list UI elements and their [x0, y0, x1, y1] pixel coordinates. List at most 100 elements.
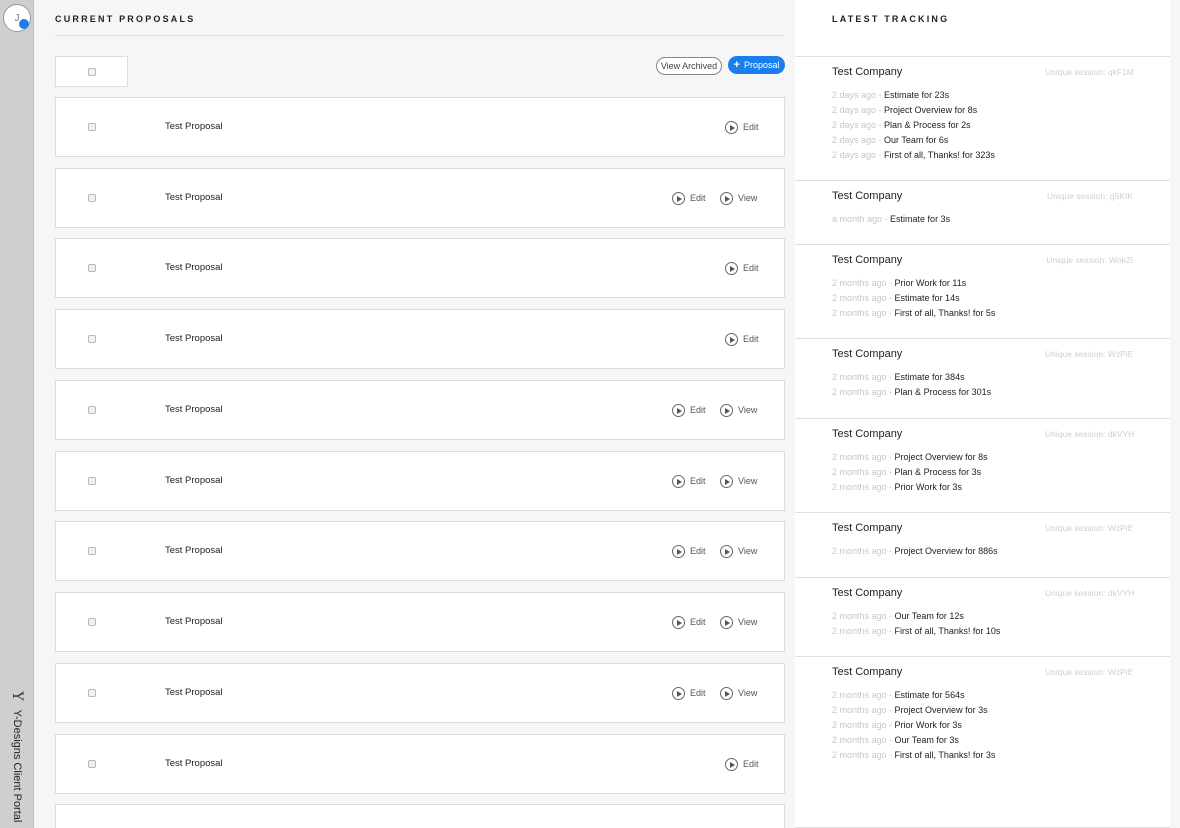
edit-label: Edit [743, 334, 759, 344]
proposal-row[interactable]: Test Proposal Edit [55, 238, 785, 298]
edit-label: Edit [690, 688, 706, 698]
proposal-row[interactable]: Test Proposal Edit View [55, 168, 785, 228]
event-description: Estimate for 384s [894, 372, 965, 382]
proposal-row[interactable] [55, 804, 785, 828]
proposal-title[interactable]: Test Proposal [165, 404, 223, 415]
play-icon [720, 686, 733, 700]
edit-button[interactable]: Edit [725, 260, 759, 276]
tracking-panel: LATEST TRACKING Test Company Unique sessi… [795, 0, 1170, 828]
select-all-checkbox[interactable] [88, 68, 96, 76]
play-icon [672, 191, 685, 205]
proposal-title[interactable]: Test Proposal [165, 687, 223, 698]
proposal-title[interactable]: Test Proposal [165, 262, 223, 273]
edit-button[interactable]: Edit [672, 685, 706, 701]
tracking-events: 2 days ago - Estimate for 23s 2 days ago … [832, 88, 995, 163]
proposal-title[interactable]: Test Proposal [165, 545, 223, 556]
proposal-checkbox[interactable] [88, 477, 96, 485]
tracking-session: Unique session: WzPiE [1045, 523, 1134, 533]
event-separator: - [886, 705, 895, 715]
event-description: Prior Work for 3s [894, 720, 962, 730]
proposal-title[interactable]: Test Proposal [165, 475, 223, 486]
event-separator: - [886, 750, 895, 760]
notification-dot [19, 19, 29, 29]
event-separator: - [876, 105, 885, 115]
proposal-row[interactable]: Test Proposal Edit View [55, 592, 785, 652]
play-icon [725, 332, 738, 346]
event-separator: - [876, 135, 885, 145]
proposal-checkbox[interactable] [88, 689, 96, 697]
proposal-checkbox[interactable] [88, 760, 96, 768]
event-time: a month ago [832, 214, 883, 224]
edit-button[interactable]: Edit [672, 473, 706, 489]
event-description: First of all, Thanks! for 5s [894, 308, 996, 318]
tracking-entry: Test Company Unique session: WokZi 2 month… [795, 245, 1170, 339]
proposal-checkbox[interactable] [88, 264, 96, 272]
play-icon [720, 474, 733, 488]
event-time: 2 months ago [832, 735, 887, 745]
edit-button[interactable]: Edit [672, 402, 706, 418]
proposal-checkbox[interactable] [88, 123, 96, 131]
proposal-row[interactable]: Test Proposal Edit [55, 309, 785, 369]
proposal-row[interactable]: Test Proposal Edit View [55, 663, 785, 723]
event-description: Plan & Process for 301s [894, 387, 992, 397]
tracking-event: 2 months ago - Estimate for 564s [832, 688, 995, 703]
event-time: 2 months ago [832, 293, 887, 303]
edit-button[interactable]: Edit [725, 756, 759, 772]
proposal-row[interactable]: Test Proposal Edit View [55, 451, 785, 511]
proposal-title[interactable]: Test Proposal [165, 121, 223, 132]
edit-button[interactable]: Edit [672, 190, 706, 206]
edit-label: Edit [690, 476, 706, 486]
proposal-checkbox[interactable] [88, 335, 96, 343]
brand-text: Y-Designs Client Portal [11, 709, 23, 823]
view-label: View [738, 476, 758, 486]
view-button[interactable]: View [720, 614, 757, 630]
tracking-event: 2 months ago - First of all, Thanks! for… [832, 624, 1000, 639]
event-separator: - [876, 120, 885, 130]
tracking-event: 2 days ago - Project Overview for 8s [832, 103, 995, 118]
tracking-session: Unique session: g5KfK [1047, 191, 1133, 201]
select-all-box [55, 56, 128, 87]
brand[interactable]: Y Y-Designs Client Portal [4, 688, 30, 822]
event-time: 2 days ago [832, 105, 877, 115]
event-separator: - [882, 214, 891, 224]
view-archived-button[interactable]: View Archived [656, 57, 722, 75]
proposal-title[interactable]: Test Proposal [165, 758, 223, 769]
proposal-checkbox[interactable] [88, 547, 96, 555]
edit-button[interactable]: Edit [672, 543, 706, 559]
event-time: 2 months ago [832, 626, 887, 636]
proposal-checkbox[interactable] [88, 406, 96, 414]
proposal-row[interactable]: Test Proposal Edit [55, 97, 785, 157]
proposal-title[interactable]: Test Proposal [165, 616, 223, 627]
play-icon [725, 120, 738, 134]
edit-label: Edit [690, 617, 706, 627]
tracking-events: 2 months ago - Estimate for 384s 2 months… [832, 370, 991, 400]
new-proposal-label: Proposal [743, 60, 780, 70]
new-proposal-button[interactable]: + Proposal [728, 56, 785, 74]
event-description: Estimate for 14s [894, 293, 960, 303]
event-description: Estimate for 564s [894, 690, 965, 700]
edit-button[interactable]: Edit [725, 331, 759, 347]
edit-button[interactable]: Edit [672, 614, 706, 630]
proposal-row[interactable]: Test Proposal Edit View [55, 521, 785, 581]
edit-label: Edit [743, 122, 759, 132]
view-button[interactable]: View [720, 543, 757, 559]
tracking-entry: Test Company Unique session: dkVYH 2 month… [795, 578, 1170, 657]
proposal-checkbox[interactable] [88, 618, 96, 626]
proposal-row[interactable]: Test Proposal Edit View [55, 380, 785, 440]
event-description: Project Overview for 3s [894, 705, 988, 715]
event-separator: - [886, 735, 895, 745]
tracking-event: 2 months ago - Project Overview for 886s [832, 544, 998, 559]
edit-button[interactable]: Edit [725, 119, 759, 135]
view-button[interactable]: View [720, 402, 757, 418]
proposal-checkbox[interactable] [88, 194, 96, 202]
view-button[interactable]: View [720, 685, 757, 701]
proposal-title[interactable]: Test Proposal [165, 333, 223, 344]
event-description: Project Overview for 886s [894, 546, 998, 556]
view-button[interactable]: View [720, 190, 757, 206]
play-icon [725, 261, 738, 275]
event-time: 2 months ago [832, 452, 887, 462]
tracking-company: Test Company [832, 348, 903, 360]
proposal-row[interactable]: Test Proposal Edit [55, 734, 785, 794]
view-button[interactable]: View [720, 473, 757, 489]
proposal-title[interactable]: Test Proposal [165, 192, 223, 203]
